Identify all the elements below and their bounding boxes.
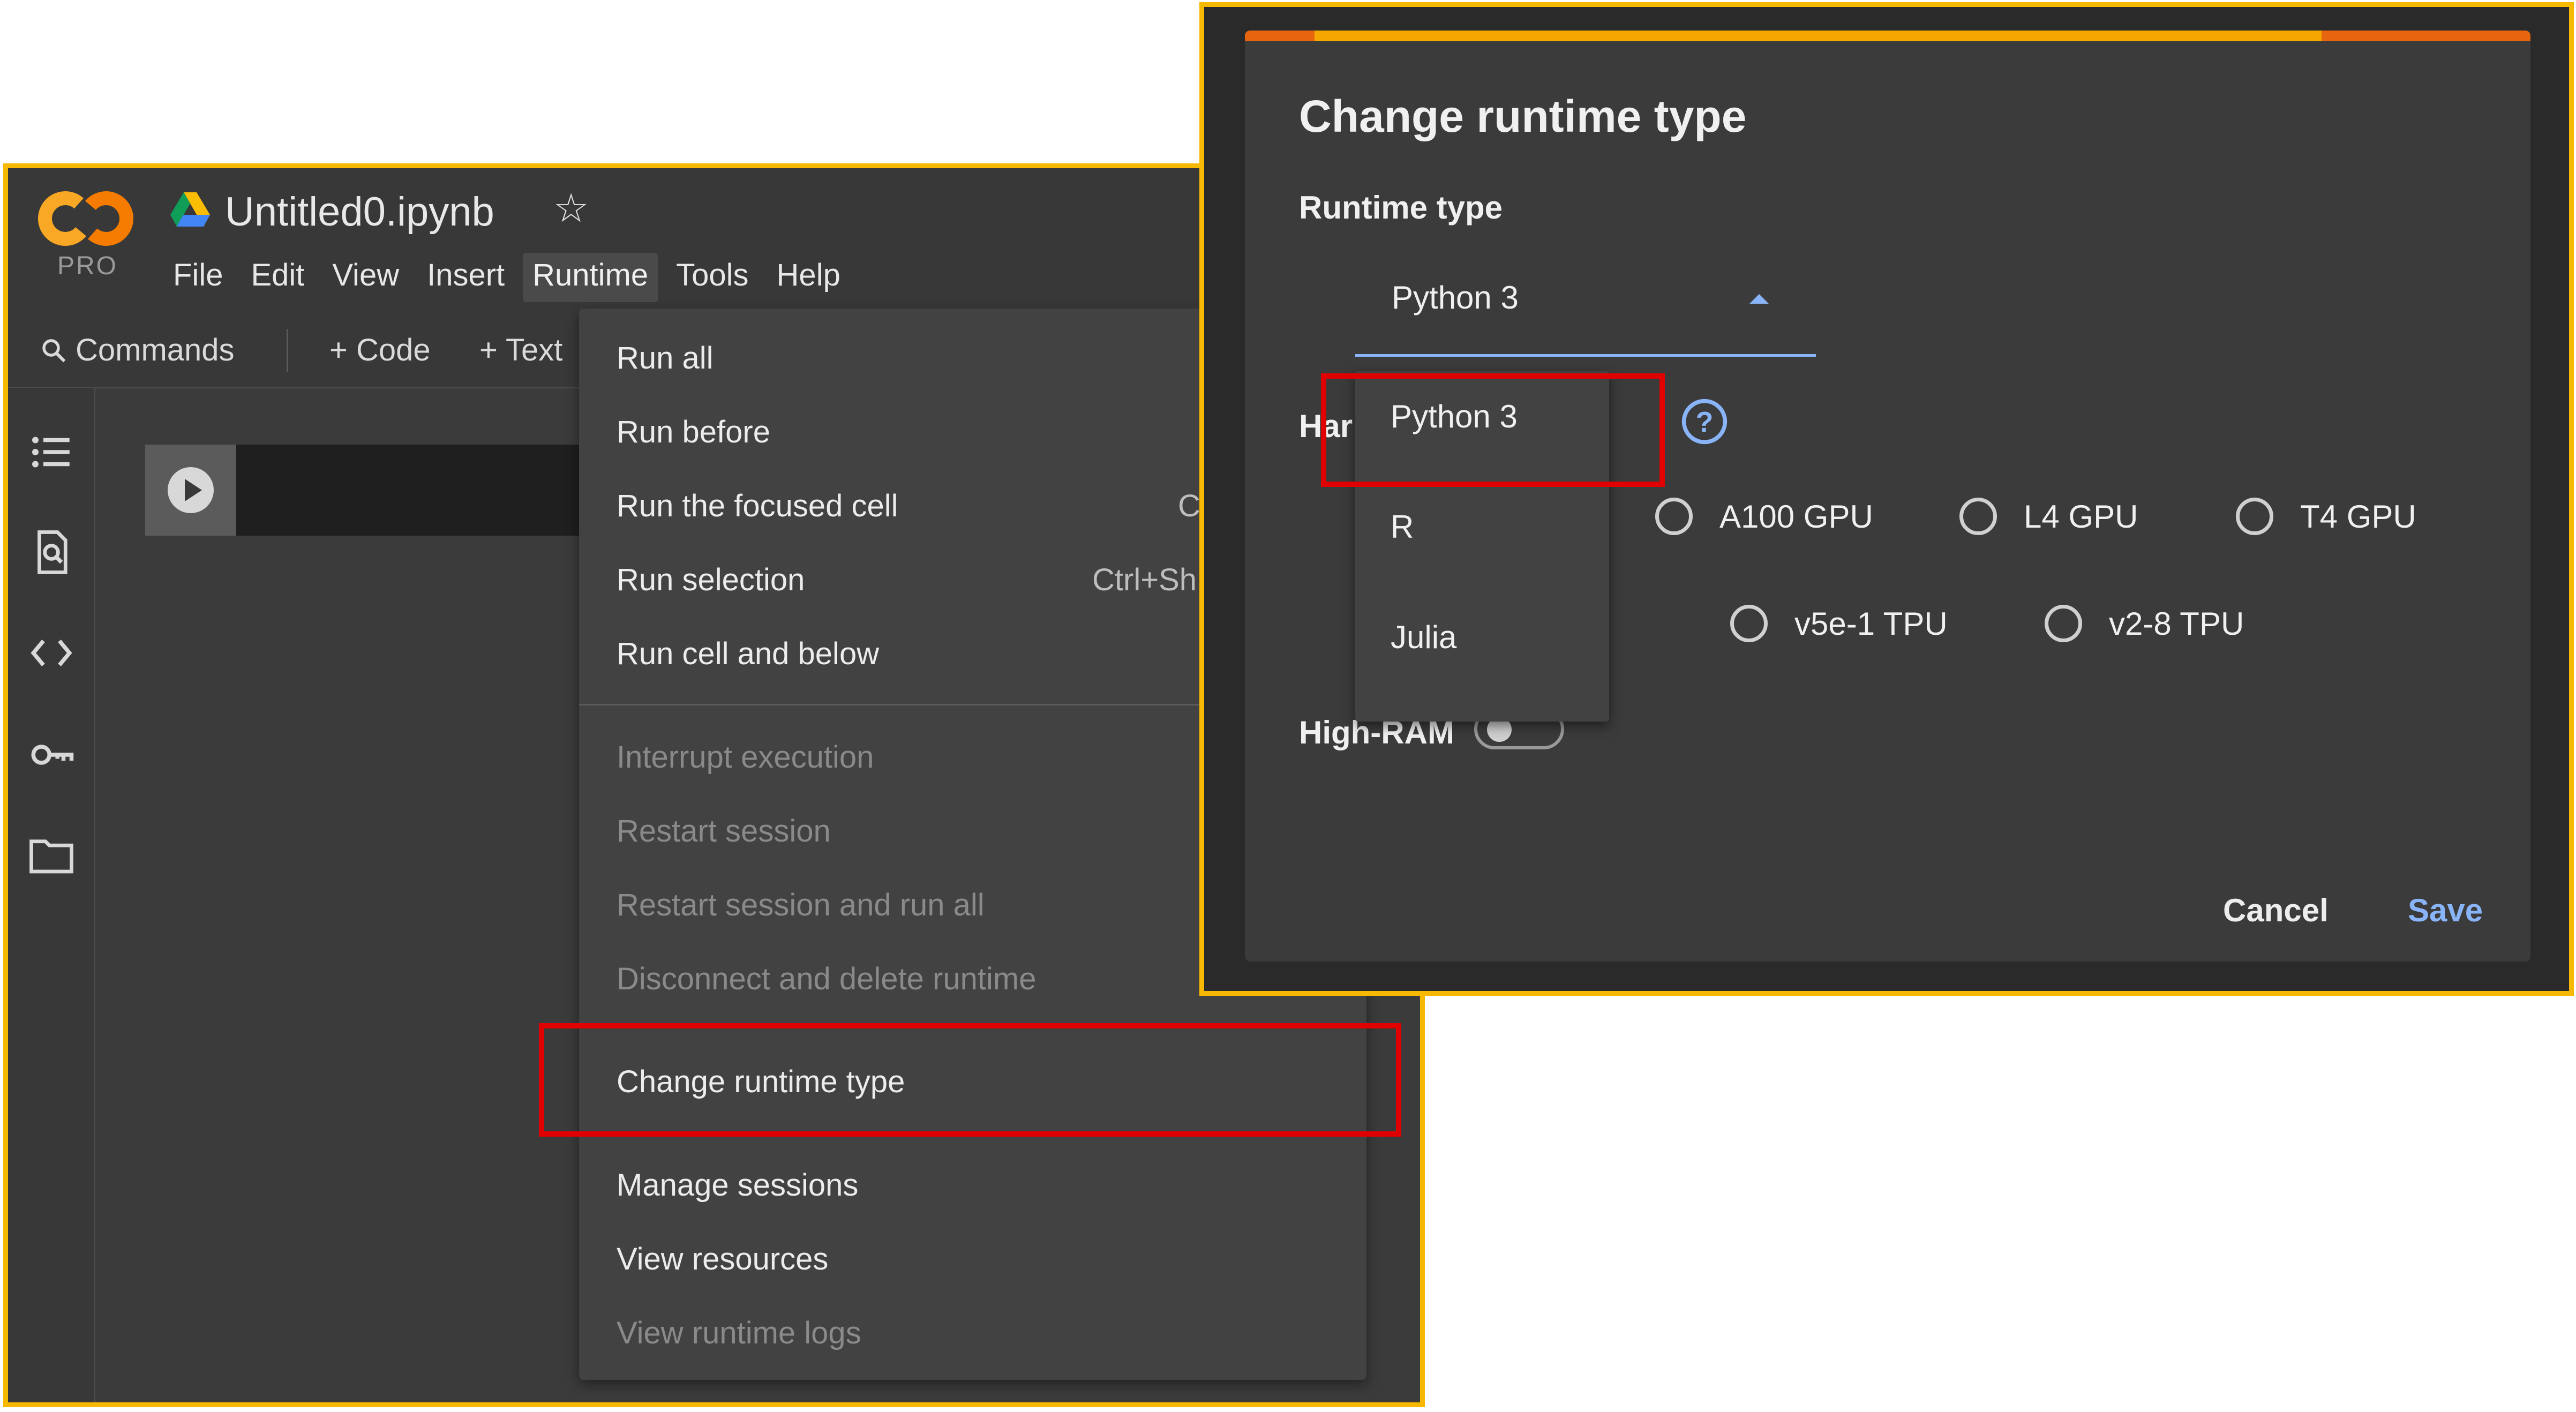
radio-circle: [2045, 605, 2082, 642]
search-icon: [42, 339, 66, 362]
run-cell-button[interactable]: [168, 467, 214, 513]
menu-run-focused-cell[interactable]: Run the focused cell: [617, 487, 898, 525]
radio-l4-gpu[interactable]: L4 GPU: [1959, 498, 2138, 535]
menu-interrupt-execution[interactable]: Interrupt execution: [617, 739, 874, 776]
chevron-up-icon: [1749, 294, 1769, 304]
menu-file[interactable]: File: [163, 253, 232, 302]
menu-tools[interactable]: Tools: [666, 253, 758, 302]
radio-v5e-1-tpu[interactable]: v5e-1 TPU: [1730, 605, 1948, 642]
shortcut-run-focused-cell: C: [1178, 489, 1200, 523]
menu-help[interactable]: Help: [767, 253, 850, 302]
help-icon[interactable]: ?: [1680, 397, 1729, 449]
radio-label: v5e-1 TPU: [1794, 605, 1948, 642]
secrets-key-icon[interactable]: [27, 731, 76, 779]
commands-label: Commands: [76, 333, 235, 367]
cell-gutter: [145, 445, 236, 536]
highlight-python-3: [1321, 373, 1665, 487]
highlight-change-runtime-type: [539, 1023, 1401, 1137]
add-text-button[interactable]: + Text: [479, 332, 562, 368]
radio-circle: [1730, 605, 1768, 642]
menu-disconnect-delete-runtime[interactable]: Disconnect and delete runtime: [617, 960, 1036, 998]
dialog-progress-bar: [1245, 31, 2530, 41]
cancel-button[interactable]: Cancel: [2223, 892, 2329, 929]
menu-run-all[interactable]: Run all: [617, 340, 714, 377]
notebook-title[interactable]: Untitled0.ipynb: [225, 189, 494, 235]
option-julia[interactable]: Julia: [1391, 619, 1456, 656]
menu-view-resources[interactable]: View resources: [617, 1241, 828, 1278]
menu-view[interactable]: View: [322, 253, 409, 302]
left-sidebar: [8, 388, 95, 1402]
runtime-type-select[interactable]: Python 3: [1355, 251, 1816, 357]
files-folder-icon[interactable]: [27, 831, 76, 880]
table-of-contents-icon[interactable]: [27, 428, 76, 476]
radio-circle: [2236, 498, 2273, 535]
menubar: File Edit View Insert Runtime Tools Help: [163, 253, 859, 302]
menu-manage-sessions[interactable]: Manage sessions: [617, 1167, 858, 1204]
add-code-button[interactable]: + Code: [329, 332, 431, 368]
menu-run-cell-and-below[interactable]: Run cell and below: [617, 635, 879, 673]
radio-label: A100 GPU: [1719, 498, 1873, 535]
find-icon[interactable]: [27, 528, 76, 576]
svg-text:?: ?: [1696, 406, 1714, 438]
runtime-type-selected-value: Python 3: [1392, 280, 1519, 316]
code-snippets-icon[interactable]: [27, 629, 76, 677]
radio-label: T4 GPU: [2300, 498, 2416, 535]
radio-label: L4 GPU: [2024, 498, 2138, 535]
dialog-screenshot-frame: Change runtime type Runtime type Python …: [1199, 2, 2574, 996]
menu-runtime[interactable]: Runtime: [523, 253, 658, 302]
radio-a100-gpu[interactable]: A100 GPU: [1655, 498, 1873, 535]
runtime-type-label: Runtime type: [1299, 190, 1503, 226]
code-cell[interactable]: [145, 445, 627, 536]
toolbar-divider: [287, 329, 288, 372]
commands-button[interactable]: Commands: [39, 332, 235, 368]
star-icon[interactable]: ☆: [553, 189, 589, 228]
radio-t4-gpu[interactable]: T4 GPU: [2236, 498, 2416, 535]
menu-edit[interactable]: Edit: [241, 253, 314, 302]
shortcut-run-selection: Ctrl+Sh: [1092, 562, 1197, 597]
option-r[interactable]: R: [1391, 508, 1414, 546]
change-runtime-dialog: Change runtime type Runtime type Python …: [1245, 31, 2530, 962]
menu-run-selection[interactable]: Run selection: [617, 561, 805, 599]
radio-circle: [1655, 498, 1693, 535]
menu-restart-and-run-all[interactable]: Restart session and run all: [617, 887, 985, 924]
radio-circle: [1959, 498, 1997, 535]
menu-view-runtime-logs[interactable]: View runtime logs: [617, 1315, 861, 1352]
dialog-title: Change runtime type: [1299, 91, 1747, 141]
pro-badge: PRO: [57, 252, 118, 280]
radio-label: v2-8 TPU: [2109, 605, 2244, 642]
menu-insert[interactable]: Insert: [417, 253, 514, 302]
menu-run-before[interactable]: Run before: [617, 414, 770, 451]
menu-restart-session[interactable]: Restart session: [617, 813, 831, 850]
google-drive-icon: [170, 192, 210, 228]
radio-v2-8-tpu[interactable]: v2-8 TPU: [2045, 605, 2244, 642]
save-button[interactable]: Save: [2408, 892, 2483, 929]
